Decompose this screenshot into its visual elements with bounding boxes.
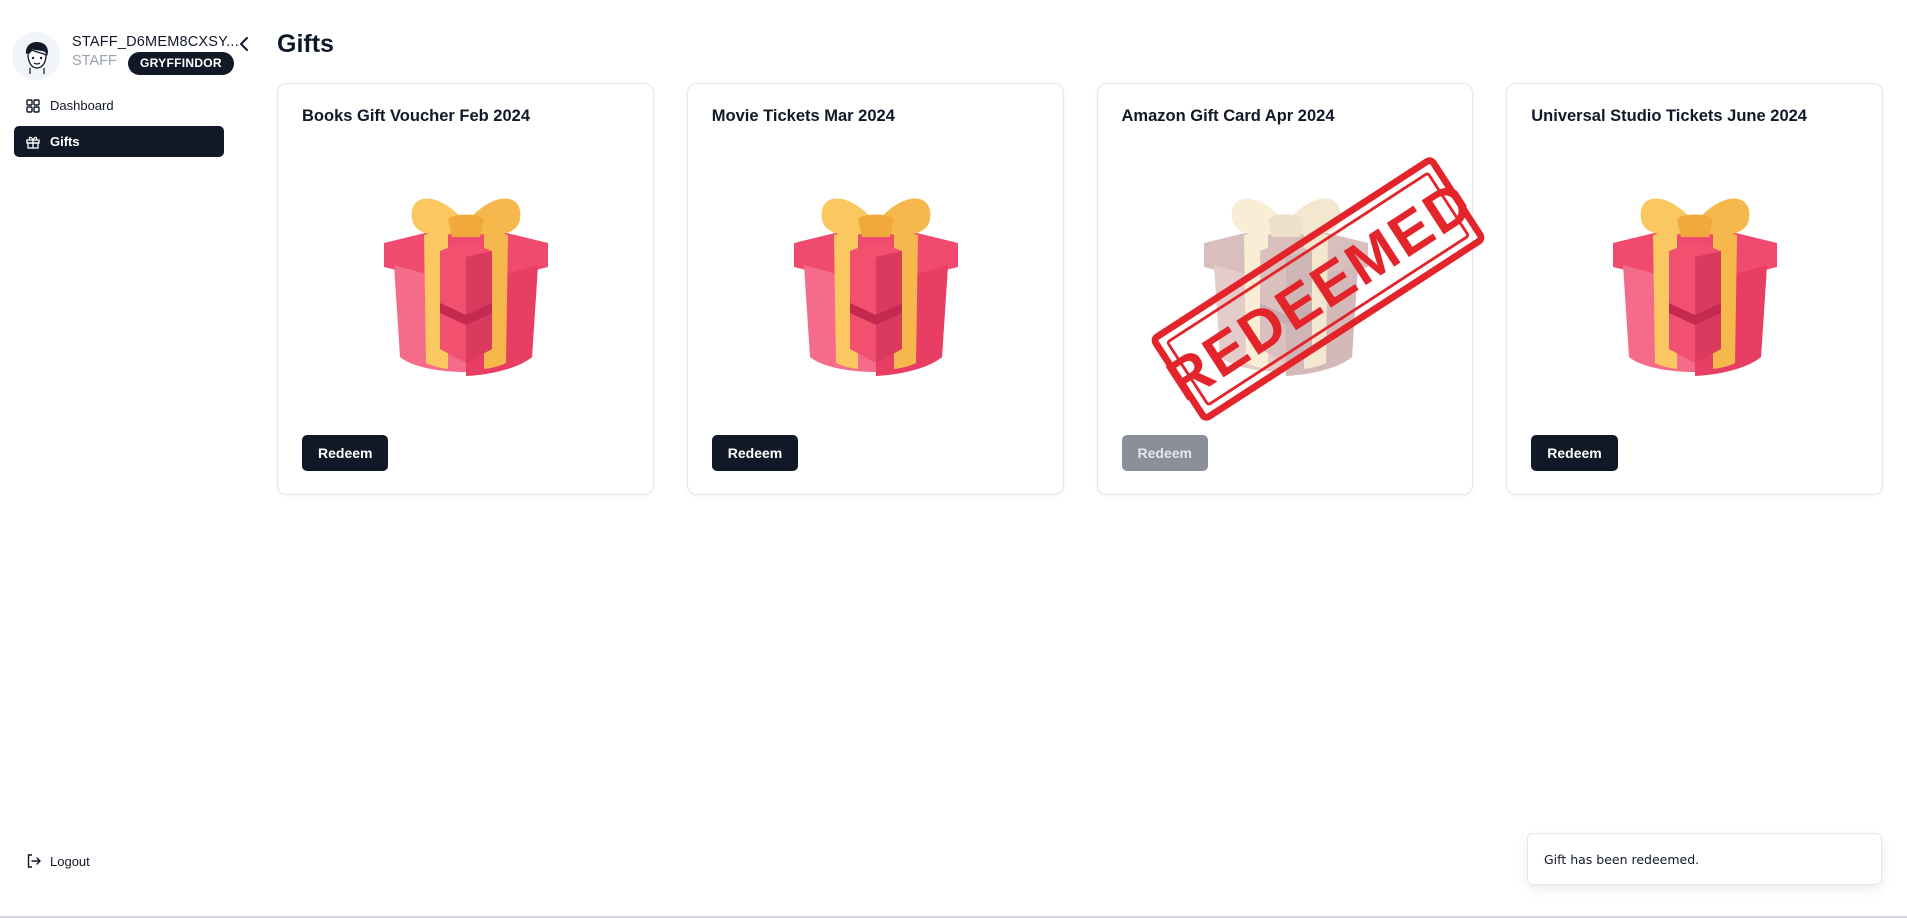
dashboard-grid-icon	[26, 98, 40, 113]
user-profile: STAFF_D6MEM8CXSY... STAFF GRYFFINDOR	[12, 32, 239, 80]
toast-notification: Gift has been redeemed.	[1527, 833, 1882, 885]
redeem-button[interactable]: Redeem	[1531, 435, 1618, 471]
sidebar-nav: Dashboard Gifts	[14, 90, 224, 162]
gift-image: REDEEMED	[1151, 157, 1485, 421]
sidebar-item-label: Gifts	[50, 134, 80, 149]
gift-card-title: Amazon Gift Card Apr 2024	[1121, 107, 1335, 125]
house-badge: GRYFFINDOR	[128, 52, 234, 75]
collapse-sidebar-button[interactable]	[234, 33, 254, 55]
app-root: STAFF_D6MEM8CXSY... STAFF GRYFFINDOR Das…	[0, 0, 1907, 918]
gift-box-icon	[1613, 198, 1778, 376]
gift-card: Universal Studio Tickets June 2024 Redee…	[1506, 83, 1883, 495]
gift-card: Books Gift Voucher Feb 2024 Redeem	[277, 83, 654, 495]
gift-image	[368, 179, 564, 379]
sidebar-item-gifts[interactable]: Gifts	[14, 126, 224, 157]
gift-box-icon	[793, 198, 958, 376]
gift-icon	[26, 135, 40, 149]
gift-card-redeemed: Amazon Gift Card Apr 2024 REDEEMED Redee…	[1096, 83, 1485, 495]
logout-label: Logout	[50, 853, 90, 869]
gift-image	[1597, 179, 1793, 379]
gift-card-title: Books Gift Voucher Feb 2024	[302, 107, 531, 125]
redeem-button[interactable]: Redeem	[711, 435, 799, 471]
page-title: Gifts	[277, 30, 334, 58]
avatar	[12, 32, 60, 80]
gift-card-title: Movie Tickets Mar 2024	[711, 107, 895, 125]
user-role: STAFF	[72, 53, 117, 69]
sidebar-item-label: Dashboard	[50, 98, 114, 113]
avatar-face-icon	[12, 32, 60, 80]
toast-message: Gift has been redeemed.	[1544, 851, 1700, 867]
redeem-button-disabled: Redeem	[1121, 435, 1208, 471]
gift-card: Movie Tickets Mar 2024 Redeem	[686, 83, 1064, 495]
logout-icon	[26, 853, 42, 869]
redeem-button[interactable]: Redeem	[302, 435, 389, 471]
gift-card-list: Books Gift Voucher Feb 2024 Redeem Movie…	[277, 83, 1883, 495]
sidebar: STAFF_D6MEM8CXSY... STAFF GRYFFINDOR Das…	[0, 0, 248, 918]
sidebar-item-dashboard[interactable]: Dashboard	[14, 90, 224, 121]
gift-image	[778, 179, 974, 379]
chevron-left-icon	[240, 37, 248, 51]
gift-box-icon	[384, 198, 548, 376]
logout-button[interactable]: Logout	[26, 851, 90, 871]
gift-card-title: Universal Studio Tickets June 2024	[1531, 107, 1807, 125]
user-name: STAFF_D6MEM8CXSY...	[72, 34, 239, 50]
